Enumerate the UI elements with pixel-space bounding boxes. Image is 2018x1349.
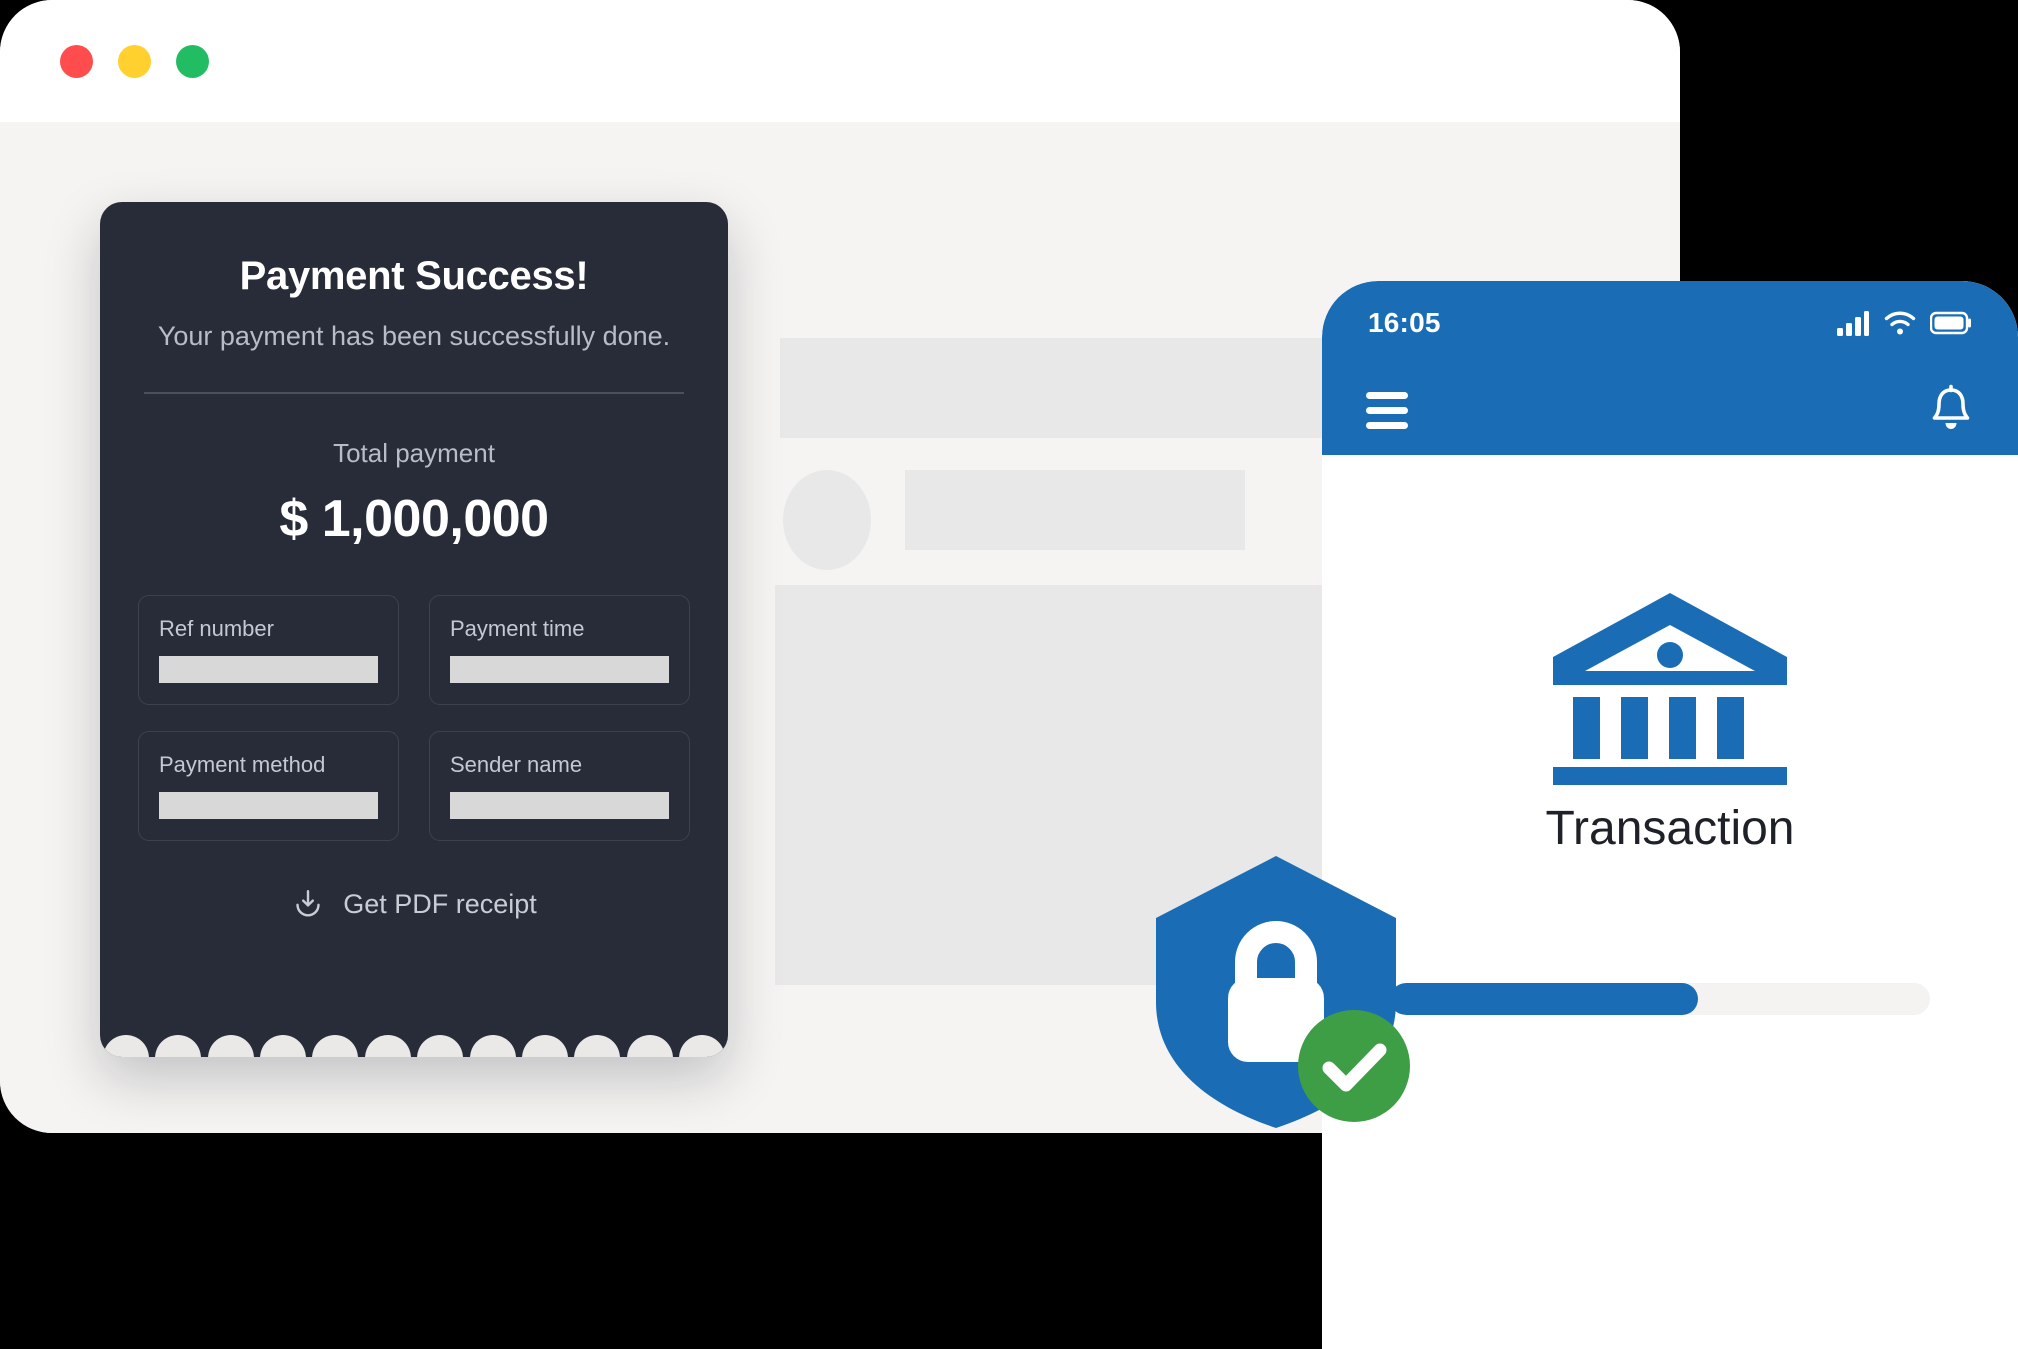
field-value-placeholder xyxy=(450,656,669,683)
field-value-placeholder xyxy=(159,656,378,683)
maximize-button[interactable] xyxy=(176,45,209,78)
field-sender-name: Sender name xyxy=(429,731,690,841)
field-value-placeholder xyxy=(159,792,378,819)
status-bar-icons xyxy=(1836,310,1972,336)
perforation-notch xyxy=(521,1035,568,1057)
wifi-icon xyxy=(1884,311,1916,335)
divider xyxy=(144,392,684,394)
screenshot-stage: Payment Success! Your payment has been s… xyxy=(0,0,2018,1349)
transaction-progress-fill xyxy=(1390,983,1698,1015)
status-bar-time: 16:05 xyxy=(1368,307,1441,338)
total-payment-label: Total payment xyxy=(333,438,495,468)
field-label: Payment method xyxy=(159,752,326,777)
payment-receipt-card: Payment Success! Your payment has been s… xyxy=(100,202,728,1057)
page-title: Payment Success! xyxy=(239,254,589,298)
browser-titlebar xyxy=(0,0,1680,122)
perforation-notch xyxy=(574,1035,621,1057)
perforation-notch xyxy=(260,1035,307,1057)
phone-status-bar: 16:05 xyxy=(1322,281,2018,365)
phone-header: 16:05 xyxy=(1322,281,2018,455)
perforation-notch xyxy=(312,1035,359,1057)
transaction-block: Transaction xyxy=(1322,585,2018,856)
perforation-notch xyxy=(678,1035,725,1057)
bell-icon[interactable] xyxy=(1928,384,1974,436)
field-value-placeholder xyxy=(450,792,669,819)
signal-icon xyxy=(1837,311,1869,336)
field-ref-number: Ref number xyxy=(138,595,399,705)
close-button[interactable] xyxy=(60,45,93,78)
perforation-notch xyxy=(207,1035,254,1057)
skeleton-avatar xyxy=(783,470,871,570)
receipt-subtitle: Your payment has been successfully done. xyxy=(157,321,671,351)
check-circle-icon xyxy=(1298,1010,1410,1122)
field-label: Ref number xyxy=(159,616,274,641)
mobile-app-panel: 16:05 Transaction xyxy=(1322,281,2018,1349)
get-pdf-receipt-button[interactable]: Get PDF receipt xyxy=(138,887,690,921)
bank-icon xyxy=(1553,593,1787,785)
skeleton-text-line xyxy=(905,470,1245,550)
window-controls xyxy=(60,45,209,78)
field-label: Payment time xyxy=(450,616,585,641)
secure-payment-badge xyxy=(1140,852,1412,1132)
phone-content: Transaction xyxy=(1322,455,2018,1349)
transaction-progress-bar xyxy=(1390,983,1930,1015)
battery-icon xyxy=(1930,311,1971,335)
field-label: Sender name xyxy=(450,752,583,777)
get-pdf-receipt-label: Get PDF receipt xyxy=(343,888,537,919)
transaction-caption: Transaction xyxy=(1545,802,1795,855)
perforation-notch xyxy=(364,1035,411,1057)
total-payment-amount: $ 1,000,000 xyxy=(279,490,549,548)
perforation-notch xyxy=(626,1035,673,1057)
perforation-notch xyxy=(469,1035,516,1057)
minimize-button[interactable] xyxy=(118,45,151,78)
perforated-edge xyxy=(100,1024,728,1057)
phone-nav-bar xyxy=(1322,365,2018,455)
perforation-notch xyxy=(155,1035,202,1057)
receipt-inner: Payment Success! Your payment has been s… xyxy=(100,202,728,1057)
download-icon xyxy=(296,890,320,917)
perforation-notch xyxy=(103,1035,149,1057)
field-payment-time: Payment time xyxy=(429,595,690,705)
perforation-notch xyxy=(417,1035,464,1057)
receipt-fields-grid: Ref number Payment time Payment method S… xyxy=(138,595,690,841)
field-payment-method: Payment method xyxy=(138,731,399,841)
hamburger-menu-icon[interactable] xyxy=(1366,391,1408,429)
